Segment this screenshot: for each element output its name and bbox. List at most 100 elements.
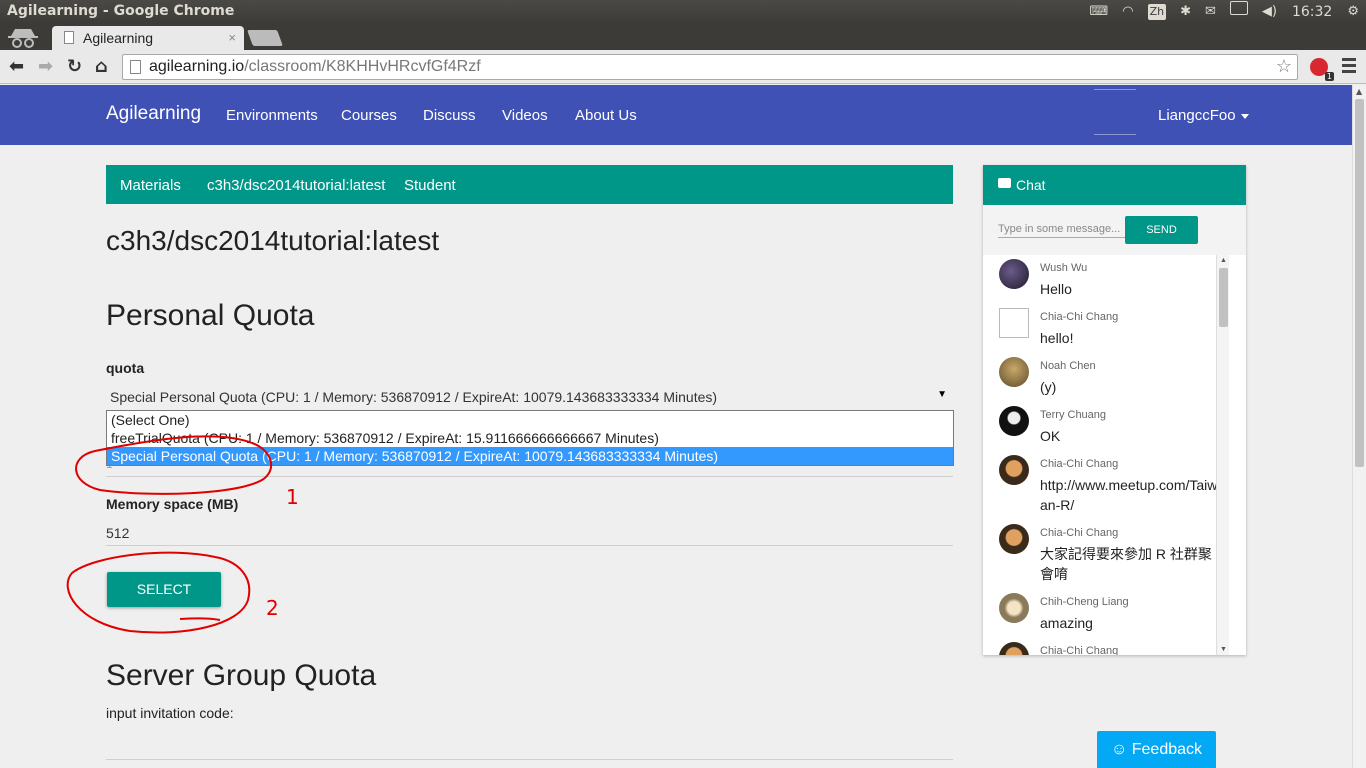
chat-scrollbar[interactable]: ▲ ▼ xyxy=(1216,255,1229,655)
site-navbar: Agilearning Environments Courses Discuss… xyxy=(0,85,1352,145)
avatar xyxy=(999,524,1029,554)
chat-text[interactable]: http://www.meetup.com/Taiwan-R/ xyxy=(1040,475,1220,515)
scroll-down-arrow-icon[interactable]: ▼ xyxy=(1220,646,1227,653)
chat-title: Chat xyxy=(1016,177,1046,193)
quota-option-free-trial[interactable]: freeTrialQuota (CPU: 1 / Memory: 5368709… xyxy=(107,429,953,447)
chat-author: Chia-Chi Chang xyxy=(1040,645,1119,655)
avatar xyxy=(999,308,1029,338)
nav-courses[interactable]: Courses xyxy=(341,107,397,124)
page-icon xyxy=(64,31,74,44)
avatar xyxy=(999,259,1029,289)
battery-icon[interactable] xyxy=(1229,0,1248,24)
dropdown-arrow-icon: ▼ xyxy=(937,389,947,400)
chat-text: 大家記得要來參加 R 社群聚會唷 xyxy=(1040,546,1212,582)
quota-label: quota xyxy=(106,360,145,376)
nav-videos[interactable]: Videos xyxy=(502,107,548,124)
chat-panel: Chat Type in some message... SEND Wush W… xyxy=(983,165,1246,655)
hamburger-menu-icon[interactable] xyxy=(1342,58,1356,74)
page-viewport: Agilearning Environments Courses Discuss… xyxy=(0,85,1352,768)
address-bar[interactable]: agilearning.io/classroom/K8KHHvHRcvfGf4R… xyxy=(122,54,1298,80)
avatar xyxy=(999,642,1029,655)
page-title: c3h3/dsc2014tutorial:latest xyxy=(106,225,440,256)
tab-agilearning[interactable]: Agilearning × xyxy=(52,26,244,50)
personal-quota-heading: Personal Quota xyxy=(106,299,315,332)
page-scroll-thumb[interactable] xyxy=(1355,99,1364,467)
bookmark-star-icon[interactable]: ☆ xyxy=(1276,56,1292,77)
reload-icon[interactable]: ↻ xyxy=(67,56,82,77)
chat-message-input[interactable]: Type in some message... xyxy=(998,223,1126,238)
chat-text: (y) xyxy=(1040,379,1057,395)
annotation-number-2: 2 xyxy=(266,596,279,620)
memory-value: 512 xyxy=(106,525,130,541)
caret-down-icon xyxy=(1240,113,1249,119)
browser-toolbar: ⬅ ➡ ↻ ⌂ agilearning.io/classroom/K8KHHvH… xyxy=(0,50,1366,84)
chat-composer: Type in some message... SEND xyxy=(983,205,1246,255)
forward-arrow-icon[interactable]: ➡ xyxy=(38,56,53,77)
quota-select-value: Special Personal Quota (CPU: 1 / Memory:… xyxy=(110,389,718,405)
user-menu[interactable]: LiangccFoo xyxy=(1158,107,1249,124)
breadcrumb-materials[interactable]: Materials xyxy=(120,177,181,194)
chat-send-button[interactable]: SEND xyxy=(1125,216,1198,244)
keyboard-icon[interactable]: ⌨ xyxy=(1089,0,1108,24)
breadcrumb-image[interactable]: c3h3/dsc2014tutorial:latest xyxy=(207,177,385,194)
chat-author: Chih-Cheng Liang xyxy=(1040,596,1129,608)
chat-text: amazing xyxy=(1040,615,1093,631)
avatar xyxy=(999,593,1029,623)
quota-select[interactable]: Special Personal Quota (CPU: 1 / Memory:… xyxy=(106,385,953,409)
breadcrumb-student[interactable]: Student xyxy=(404,177,456,194)
extension-badge: 1 xyxy=(1324,72,1334,81)
url-text[interactable]: agilearning.io/classroom/K8KHHvHRcvfGf4R… xyxy=(149,58,481,76)
nav-discuss[interactable]: Discuss xyxy=(423,107,476,124)
incognito-icon xyxy=(8,29,38,48)
avatar xyxy=(999,406,1029,436)
extension-icon[interactable]: 1 xyxy=(1310,58,1334,81)
mail-icon[interactable]: ✉ xyxy=(1205,0,1216,24)
nav-environments[interactable]: Environments xyxy=(226,107,318,124)
quota-dropdown-list: (Select One) freeTrialQuota (CPU: 1 / Me… xyxy=(106,410,954,466)
new-tab-button[interactable] xyxy=(247,30,283,46)
settings-gear-icon[interactable]: ⚙ xyxy=(1347,0,1359,24)
select-button[interactable]: SELECT xyxy=(107,572,221,607)
user-avatar[interactable] xyxy=(1094,89,1136,135)
divider xyxy=(106,545,953,546)
invitation-code-input[interactable] xyxy=(106,759,953,760)
memory-label: Memory space (MB) xyxy=(106,496,239,512)
breadcrumb: Materials c3h3/dsc2014tutorial:latest St… xyxy=(106,165,953,204)
chat-text: Hello xyxy=(1040,281,1072,297)
chat-author: Chia-Chi Chang xyxy=(1040,311,1119,323)
quota-option-select-one[interactable]: (Select One) xyxy=(107,411,953,429)
scroll-up-arrow-icon[interactable]: ▲ xyxy=(1356,87,1362,96)
chat-author: Chia-Chi Chang xyxy=(1040,527,1119,539)
server-group-quota-heading: Server Group Quota xyxy=(106,659,377,692)
tab-strip: Agilearning × xyxy=(0,24,1366,50)
feedback-button[interactable]: ☺ Feedback xyxy=(1097,731,1216,768)
annotation-number-1: 1 xyxy=(286,485,299,509)
quota-option-special[interactable]: Special Personal Quota (CPU: 1 / Memory:… xyxy=(107,447,953,465)
wifi-icon[interactable]: ◠ xyxy=(1122,0,1133,24)
clock[interactable]: 16:32 xyxy=(1292,0,1332,24)
bluetooth-icon[interactable]: ✱ xyxy=(1180,0,1191,24)
nav-about-us[interactable]: About Us xyxy=(575,107,637,124)
chat-author: Noah Chen xyxy=(1040,360,1096,372)
tab-close-icon[interactable]: × xyxy=(228,30,236,45)
chat-header: Chat xyxy=(983,165,1246,205)
brand-link[interactable]: Agilearning xyxy=(106,103,201,125)
input-method-indicator[interactable]: Zh xyxy=(1147,4,1167,20)
invitation-code-label: input invitation code: xyxy=(106,705,234,721)
home-icon[interactable]: ⌂ xyxy=(95,56,108,77)
chat-message-list: Wush Wu Hello Chia-Chi Chang hello! Noah… xyxy=(983,255,1246,655)
scroll-up-arrow-icon[interactable]: ▲ xyxy=(1220,257,1227,264)
divider xyxy=(106,476,953,477)
tab-title: Agilearning xyxy=(83,30,154,46)
chat-author: Chia-Chi Chang xyxy=(1040,458,1119,470)
window-title: Agilearning - Google Chrome xyxy=(7,3,235,19)
chat-author: Terry Chuang xyxy=(1040,409,1107,421)
os-top-bar: Agilearning - Google Chrome ⌨ ◠ Zh ✱ ✉ ◀… xyxy=(0,0,1366,24)
back-arrow-icon[interactable]: ⬅ xyxy=(9,56,24,77)
chat-scroll-thumb[interactable] xyxy=(1219,268,1228,327)
page-scrollbar[interactable]: ▲ xyxy=(1352,85,1366,768)
chat-text: hello! xyxy=(1040,330,1074,346)
page-icon xyxy=(130,60,141,74)
chat-bubble-icon xyxy=(998,178,1011,188)
volume-icon[interactable]: ◀) xyxy=(1262,0,1277,24)
